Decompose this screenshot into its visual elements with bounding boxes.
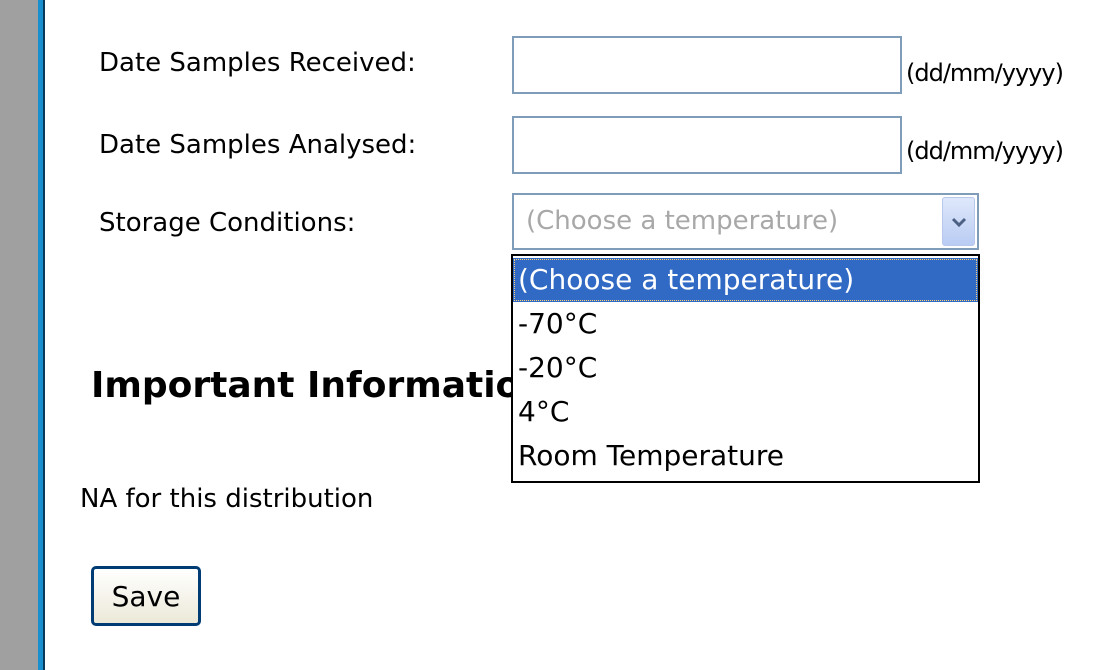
storage-option-minus-20[interactable]: -20°C [513,346,978,390]
storage-conditions-label: Storage Conditions: [99,208,356,238]
storage-conditions-select[interactable]: (Choose a temperature) [512,193,979,250]
storage-options-list: (Choose a temperature) -70°C -20°C 4°C R… [511,254,980,483]
storage-selected-value: (Choose a temperature) [526,206,839,236]
date-analysed-label: Date Samples Analysed: [99,130,417,160]
chevron-down-glyph [951,217,966,227]
storage-option-4[interactable]: 4°C [513,390,978,434]
date-analysed-input[interactable] [512,116,902,174]
storage-option-room-temperature[interactable]: Room Temperature [513,434,978,478]
date-received-input[interactable] [512,36,902,94]
save-button[interactable]: Save [91,566,201,626]
date-received-format-hint: (dd/mm/yyyy) [906,59,1064,87]
page: Date Samples Received: (dd/mm/yyyy) Date… [0,0,1113,670]
left-gutter [0,0,38,670]
important-information-text: NA for this distribution [80,484,374,514]
important-information-heading: Important Information [91,365,546,406]
storage-option-minus-70[interactable]: -70°C [513,302,978,346]
left-accent-shadow [43,0,45,670]
storage-option-choose[interactable]: (Choose a temperature) [513,258,978,302]
chevron-down-icon[interactable] [942,197,975,246]
date-received-label: Date Samples Received: [99,48,416,78]
date-analysed-format-hint: (dd/mm/yyyy) [906,137,1064,165]
